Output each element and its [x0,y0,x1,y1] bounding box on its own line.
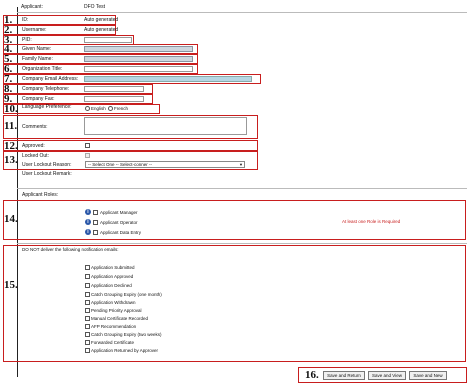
notify-checkbox-priority[interactable] [85,308,90,313]
username-label: Username: [22,27,47,33]
callout-box-15 [3,245,466,362]
notify-label-afp: AFP Recommendation [91,324,137,329]
notify-checkbox-declined[interactable] [85,283,90,288]
save-and-view-button[interactable]: Save and View [368,371,406,380]
notify-label-priority: Pending Priority Approval [91,308,142,313]
callout-11: 11. [4,120,18,132]
approved-label: Approved: [22,143,45,149]
company-phone-label: Company Telephone: [22,86,70,92]
id-label: ID: [22,17,29,23]
notify-label-expiry-weeks: Catch Grouping Expiry (two weeks) [91,332,162,337]
notify-label-submitted: Application Submitted [91,265,135,270]
locked-out-checkbox[interactable] [85,153,90,158]
notify-checkbox-submitted[interactable] [85,265,90,270]
family-name-label: Family Name: [22,56,53,62]
notify-label-manual-cert: Manual Certificate Recorded [91,316,149,321]
family-name-input[interactable] [84,56,193,62]
lockout-reason-label: User Lockout Reason: [22,162,72,168]
language-english-label: English [91,106,106,111]
username-value: Auto generated [84,27,119,33]
id-value: Auto generated [84,17,119,23]
role-required-warning: At least one Role is Required [342,219,401,224]
notify-label-withdrawn: Application Withdrawn [91,300,136,305]
chevron-down-icon: ▼ [239,162,243,167]
roles-rule [17,243,467,244]
locked-out-label: Locked Out: [22,153,49,159]
lockout-remark-label: User Lockout Remark: [22,171,72,177]
notify-label-approved: Application Approved [91,274,134,279]
company-fax-input[interactable] [84,96,144,102]
info-icon[interactable]: i [85,229,91,235]
callout-14: 14. [4,213,18,225]
pid-input[interactable] [84,37,132,43]
comments-label: Comments: [22,124,48,130]
notify-label-forwarded: Forwarded Certificate [91,340,135,345]
language-french-radio[interactable] [108,106,113,111]
save-and-new-button[interactable]: Save and New [409,371,447,380]
role-operator-checkbox[interactable] [93,220,98,225]
notifications-title: DO NOT deliver the following notificatio… [22,247,119,252]
save-and-return-button[interactable]: Save and Return [323,371,365,380]
notify-checkbox-forwarded[interactable] [85,340,90,345]
role-manager-label: Applicant Manager [100,210,138,215]
company-fax-label: Company Fax: [22,96,55,102]
callout-13: 13. [4,154,18,166]
roles-title: Applicant Roles: [22,192,59,198]
language-english-radio[interactable] [85,106,90,111]
notify-label-declined: Application Declined [91,283,132,288]
comments-textarea[interactable] [84,117,247,135]
notify-checkbox-withdrawn[interactable] [85,300,90,305]
callout-10: 10. [4,103,18,115]
callout-15: 15. [4,279,18,291]
notify-checkbox-expiry-weeks[interactable] [85,332,90,337]
notify-checkbox-returned[interactable] [85,348,90,353]
notify-label-expiry-month: Catch Grouping Expiry (one month) [91,292,162,297]
role-data-entry-checkbox[interactable] [93,230,98,235]
applicant-label: Applicant: [21,4,43,10]
info-icon[interactable]: i [85,219,91,225]
info-icon[interactable]: i [85,209,91,215]
company-email-input[interactable] [84,76,252,82]
org-title-label: Organization Title: [22,66,63,72]
company-phone-input[interactable] [84,86,144,92]
header-rule [17,12,467,13]
pid-label: PID: [22,37,32,43]
language-french-label: French [114,106,129,111]
lockout-reason-selected: -- Select One -- Select-conner -- [88,162,153,167]
notify-checkbox-afp[interactable] [85,324,90,329]
notify-label-returned: Application Returned by Approver [91,348,159,353]
role-operator-label: Applicant Operator [100,220,138,225]
approved-checkbox[interactable] [85,143,90,148]
notify-checkbox-manual-cert[interactable] [85,316,90,321]
role-data-entry-label: Applicant Data Entry [100,230,142,235]
applicant-name: DFO Test [84,4,106,10]
lockout-reason-select[interactable]: -- Select One -- Select-conner -- ▼ [85,161,245,168]
notify-checkbox-approved[interactable] [85,274,90,279]
given-name-label: Given Name: [22,46,52,52]
notify-checkbox-expiry-month[interactable] [85,292,90,297]
language-label: Language Preference: [22,104,72,110]
org-title-input[interactable] [84,66,193,72]
company-email-label: Company Email Address: [22,76,79,82]
callout-16: 16. [305,369,319,381]
form-rule [17,188,467,189]
role-manager-checkbox[interactable] [93,210,98,215]
given-name-input[interactable] [84,46,193,52]
